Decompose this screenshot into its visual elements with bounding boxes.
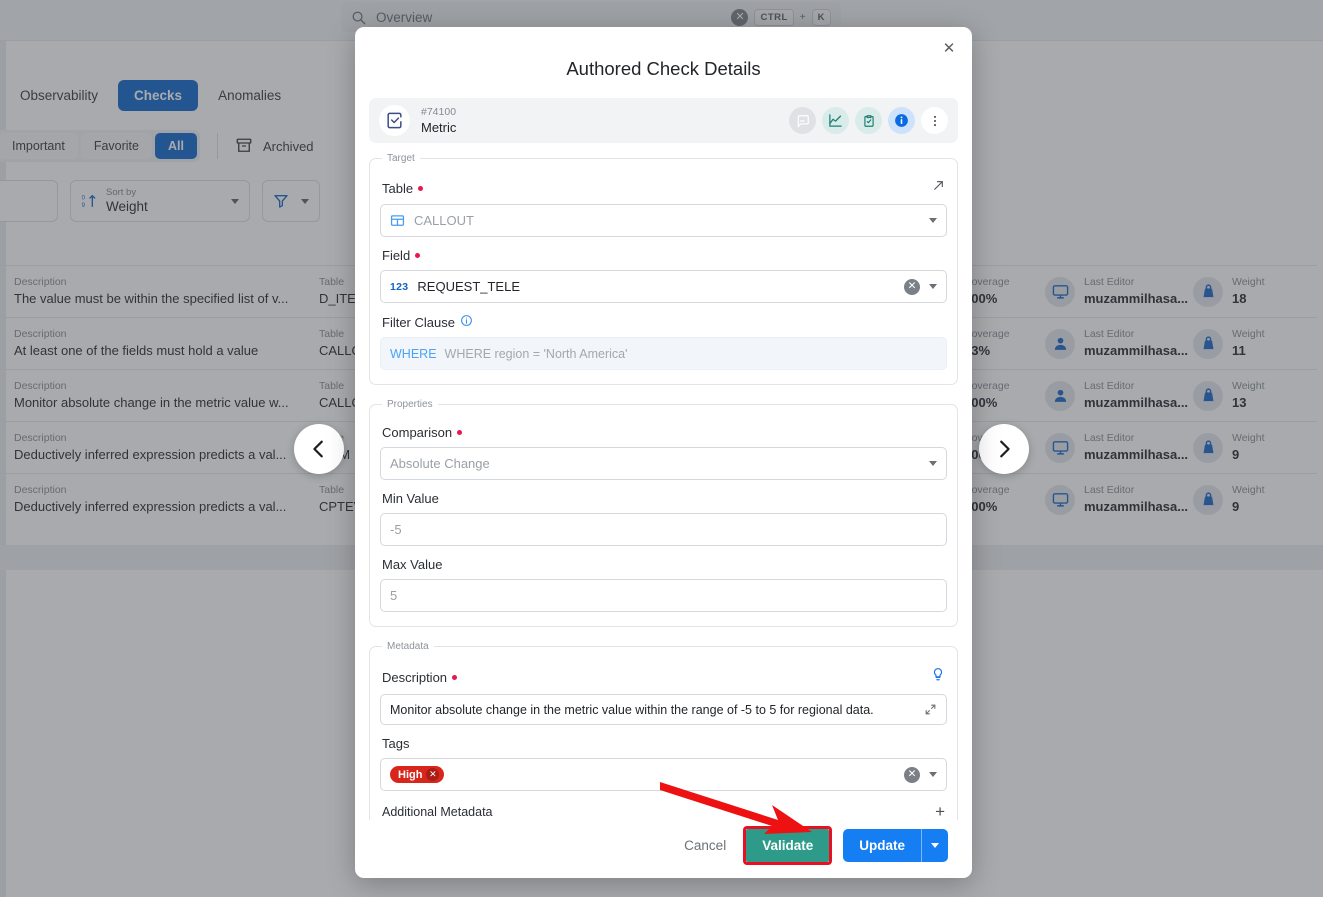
prev-check-button[interactable]: [294, 424, 344, 474]
comparison-select[interactable]: Absolute Change: [380, 447, 947, 480]
where-keyword: WHERE: [390, 346, 437, 361]
description-input[interactable]: Monitor absolute change in the metric va…: [380, 694, 947, 725]
chevron-right-icon: [1000, 440, 1010, 458]
additional-metadata-title: Additional Metadata: [382, 804, 493, 819]
authored-check-details-dialog: ✕ Authored Check Details #74100 Metric T…: [355, 27, 972, 878]
table-value: CALLOUT: [414, 213, 474, 228]
properties-legend: Properties: [387, 399, 433, 410]
max-value-label: Max Value: [382, 557, 443, 572]
validate-button-highlight: Validate: [743, 825, 833, 865]
next-check-button[interactable]: [979, 424, 1029, 474]
update-button-group: Update: [843, 828, 948, 862]
tags-clear-icon[interactable]: ✕: [904, 766, 920, 783]
field-select[interactable]: 123 REQUEST_TELE ✕: [380, 270, 947, 303]
dialog-footer: Cancel Validate Update: [355, 820, 972, 878]
comparison-label-group: Comparison: [382, 425, 947, 440]
table-label-row: Table: [382, 179, 945, 197]
chevron-down-icon[interactable]: [929, 218, 937, 223]
required-indicator: [452, 674, 458, 680]
chevron-left-icon: [313, 440, 323, 458]
metadata-legend: Metadata: [387, 641, 429, 652]
lightbulb-icon[interactable]: [931, 667, 945, 687]
check-id: #74100: [421, 105, 457, 118]
max-value-placeholder: 5: [390, 588, 398, 603]
min-value-label: Min Value: [382, 491, 439, 506]
required-indicator: [418, 185, 424, 191]
check-meta: #74100 Metric: [421, 105, 456, 137]
comment-icon[interactable]: [789, 107, 816, 134]
filter-clause-input[interactable]: WHERE WHERE region = 'North America': [380, 337, 947, 370]
min-value-input[interactable]: -5: [380, 513, 947, 546]
chevron-down-icon[interactable]: [929, 284, 937, 289]
check-actions: [789, 107, 948, 134]
description-label-row: Description: [382, 667, 945, 687]
chevron-down-icon[interactable]: [929, 772, 937, 777]
additional-metadata-row: Additional Metadata +: [382, 803, 945, 820]
check-summary-header: #74100 Metric: [369, 98, 958, 143]
filter-clause-label-group: Filter Clause: [382, 314, 947, 330]
table-label-group: Table: [382, 180, 424, 196]
tags-input[interactable]: High ✕ ✕: [380, 758, 947, 791]
tags-label: Tags: [382, 736, 410, 751]
dialog-body: Target Table CALLOUT Field 123 REQUEST_T…: [355, 143, 972, 820]
clipboard-check-icon[interactable]: [855, 107, 882, 134]
info-circle-icon[interactable]: [460, 314, 473, 330]
check-type: Metric: [421, 119, 457, 135]
description-label-group: Description: [382, 669, 458, 685]
more-vertical-icon[interactable]: [921, 107, 948, 134]
filter-clause-label: Filter Clause: [382, 314, 455, 330]
plus-icon[interactable]: +: [935, 803, 945, 820]
open-external-icon[interactable]: [932, 179, 945, 197]
dialog-title: Authored Check Details: [566, 58, 761, 79]
screen: Overview ✕ CTRL + K Observability Checks…: [0, 0, 1323, 897]
expand-icon: [925, 704, 936, 715]
line-chart-icon[interactable]: [822, 107, 849, 134]
description-expand[interactable]: [924, 703, 937, 716]
properties-section: Properties Comparison Absolute Change Mi…: [369, 399, 958, 627]
filter-clause-placeholder: WHERE region = 'North America': [444, 346, 628, 361]
field-value: REQUEST_TELE: [417, 279, 521, 294]
metadata-section: Metadata Description Monitor absolute ch…: [369, 641, 958, 820]
chevron-down-icon[interactable]: [929, 461, 937, 466]
tag-chip[interactable]: High ✕: [390, 766, 445, 783]
tag-remove-icon[interactable]: ✕: [426, 768, 440, 781]
required-indicator: [415, 253, 421, 258]
cancel-button[interactable]: Cancel: [678, 830, 732, 861]
min-value-placeholder: -5: [390, 522, 402, 537]
number-123-icon: 123: [390, 280, 409, 293]
comparison-label: Comparison: [382, 425, 453, 440]
target-legend: Target: [387, 153, 415, 164]
info-icon[interactable]: [888, 107, 915, 134]
target-section: Target Table CALLOUT Field 123 REQUEST_T…: [369, 153, 958, 385]
field-label: Field: [382, 248, 411, 263]
tags-input-right: ✕: [904, 766, 937, 783]
validate-button[interactable]: Validate: [746, 828, 830, 862]
field-clear-icon[interactable]: ✕: [904, 278, 920, 295]
comparison-select-right: [929, 461, 937, 466]
table-label: Table: [382, 180, 414, 196]
max-value-input[interactable]: 5: [380, 579, 947, 612]
check-type-avatar: [379, 105, 410, 136]
description-value: Monitor absolute change in the metric va…: [390, 702, 874, 717]
field-label-group: Field: [382, 248, 947, 263]
close-icon[interactable]: ✕: [938, 37, 960, 59]
required-indicator: [457, 430, 463, 435]
update-dropdown-button[interactable]: [921, 828, 948, 862]
chevron-down-icon: [931, 842, 939, 848]
comparison-value: Absolute Change: [390, 456, 490, 471]
field-select-right: ✕: [904, 278, 937, 295]
table-select[interactable]: CALLOUT: [380, 204, 947, 237]
check-square-icon: [387, 112, 402, 129]
table-select-right: [929, 218, 937, 223]
description-label: Description: [382, 669, 448, 685]
update-button[interactable]: Update: [843, 828, 921, 862]
table-icon: [390, 215, 405, 226]
tag-chip-label: High: [398, 768, 423, 781]
